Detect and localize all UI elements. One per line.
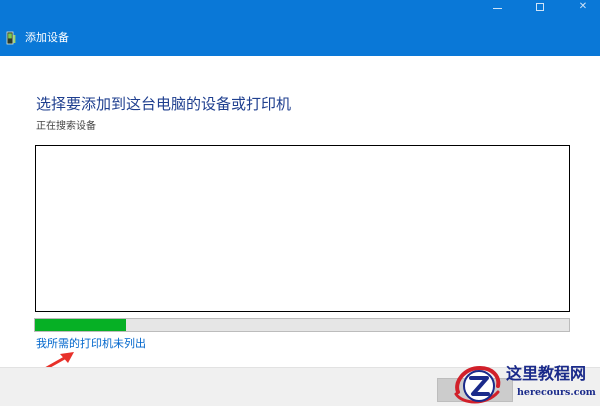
- watermark-url: herecours.com: [517, 387, 596, 398]
- search-progress-bar: [34, 318, 570, 332]
- add-device-window: 添加设备 ✕ 选择要添加到这台电脑的设备或打印机 正在搜索设备 我所需的打印机未…: [0, 0, 600, 406]
- page-heading: 选择要添加到这台电脑的设备或打印机: [36, 95, 292, 113]
- watermark-title: 这里教程网: [506, 364, 587, 383]
- minimize-button[interactable]: [474, 0, 520, 14]
- search-progress-fill: [35, 319, 126, 331]
- search-status-text: 正在搜索设备: [36, 121, 96, 132]
- title-bar[interactable]: 添加设备 ✕: [0, 0, 600, 56]
- window-title: 添加设备: [25, 31, 69, 44]
- add-device-app-icon: [6, 31, 16, 45]
- device-list[interactable]: [35, 145, 570, 312]
- maximize-button[interactable]: [517, 0, 563, 14]
- close-icon: ✕: [578, 1, 588, 12]
- minimize-icon: [492, 7, 502, 9]
- maximize-icon: [536, 3, 544, 11]
- watermark-logo: [454, 365, 501, 404]
- close-button[interactable]: ✕: [560, 0, 600, 14]
